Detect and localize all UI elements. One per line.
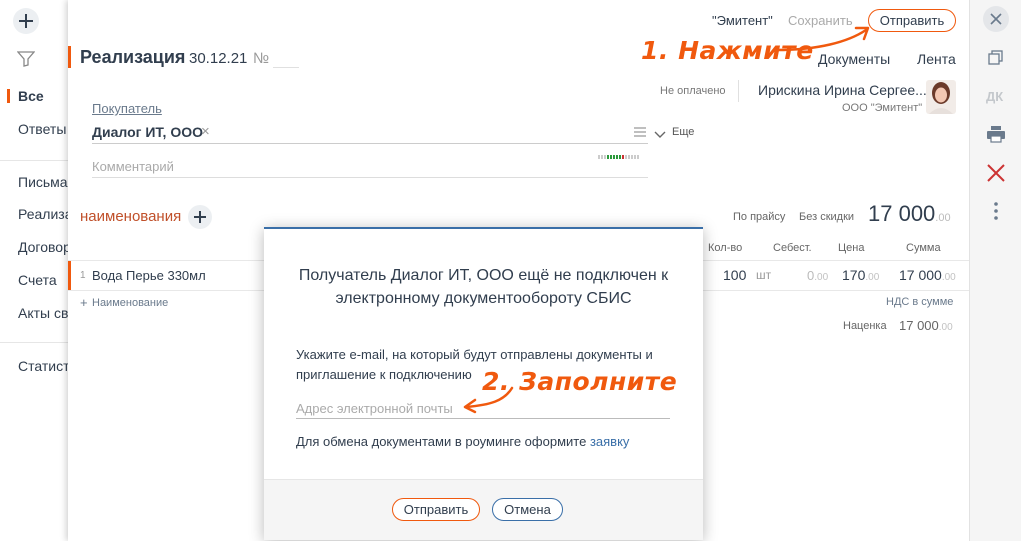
total-cents: .00 (935, 212, 951, 224)
divider (0, 342, 68, 343)
payment-status: Не оплачено (660, 85, 726, 97)
roaming-label: Для обмена документами в роуминге оформи… (296, 434, 587, 449)
user-name[interactable]: Ирискина Ирина Сергее... (758, 82, 927, 98)
row-sum: 17 000.00 (899, 267, 956, 283)
active-indicator (7, 89, 10, 103)
sidebar-item-statistics[interactable]: Статистика (18, 358, 68, 374)
tab-documents[interactable]: Документы (818, 51, 890, 67)
row-price-cents: .00 (865, 272, 880, 283)
markup-value: 17 000.00 (899, 318, 953, 333)
doc-date[interactable]: 30.12.21 (189, 50, 247, 67)
org-selector[interactable]: "Эмитент" (712, 13, 773, 28)
filter-icon[interactable] (16, 51, 36, 70)
price-mode[interactable]: По прайсу (733, 211, 785, 223)
dialog-cancel-button[interactable]: Отмена (492, 498, 563, 521)
annotation-arrow-2 (463, 386, 514, 414)
col-sum: Сумма (906, 242, 941, 254)
total-main: 17 000 (868, 201, 936, 226)
title-accent-bar (68, 46, 71, 68)
markup-label: Наценка (843, 320, 887, 332)
add-item-link[interactable]: Наименование (92, 297, 168, 309)
avatar[interactable] (926, 80, 956, 114)
comment-underline (92, 177, 648, 178)
row-name[interactable]: Вода Перье 330мл (92, 268, 206, 283)
row-index: 1 (80, 270, 86, 281)
copy-icon[interactable] (988, 50, 1004, 69)
comment-field[interactable]: Комментарий (92, 159, 174, 174)
delete-icon[interactable] (986, 163, 1006, 186)
row-cost-cents: .00 (814, 272, 829, 283)
sidebar-item-replies[interactable]: Ответы (18, 121, 66, 137)
divider (0, 160, 68, 161)
sidebar-item-contracts[interactable]: Договоры (18, 239, 68, 255)
col-price: Цена (838, 242, 865, 254)
col-cost: Себест. (773, 242, 812, 254)
vertical-divider (738, 80, 739, 102)
right-sidebar: ДК (969, 0, 1021, 541)
dialog-title: Получатель Диалог ИТ, ООО ещё не подключ… (298, 267, 669, 307)
more-link[interactable]: Еще (672, 126, 694, 138)
buyer-label[interactable]: Покупатель (92, 101, 162, 116)
sidebar-item-sales[interactable]: Реализация (18, 206, 68, 222)
sidebar-item-reconciliation[interactable]: Акты сверки (18, 305, 68, 321)
doc-title: Реализация (80, 47, 186, 67)
send-button[interactable]: Отправить (868, 9, 956, 32)
vat-label[interactable]: НДС в сумме (886, 296, 953, 308)
dk-button[interactable]: ДК (986, 89, 1003, 104)
add-icon[interactable] (13, 8, 39, 34)
dialog-footer: Отправить Отмена (264, 479, 703, 540)
menu-lines-icon[interactable] (634, 125, 646, 140)
col-qty: Кол-во (708, 242, 743, 254)
total-amount: 17 000.00 (868, 201, 951, 227)
left-sidebar: Все Ответы Письма Реализация Договоры Сч… (0, 0, 68, 541)
markup-main: 17 000 (899, 318, 939, 333)
roaming-request-link[interactable]: заявку (590, 434, 629, 449)
row-sum-main: 17 000 (899, 267, 942, 283)
user-org: ООО "Эмитент" (842, 102, 923, 114)
sidebar-item-letters[interactable]: Письма (18, 174, 68, 190)
row-unit: шт (756, 268, 772, 282)
row-accent-bar (68, 261, 71, 290)
row-price: 170.00 (842, 267, 879, 283)
items-section-label: наименования (80, 208, 182, 225)
row-sum-cents: .00 (941, 272, 956, 283)
reliability-indicator-icon (598, 148, 648, 163)
dialog-send-button[interactable]: Отправить (392, 498, 480, 521)
row-cost: 0.00 (807, 268, 828, 283)
tab-feed[interactable]: Лента (917, 51, 956, 67)
buyer-value[interactable]: Диалог ИТ, ООО (92, 124, 203, 140)
doc-number-label: № (253, 50, 270, 67)
print-icon[interactable] (986, 125, 1006, 146)
discount-mode[interactable]: Без скидки (799, 211, 854, 223)
sidebar-item-invoices[interactable]: Счета (18, 272, 57, 288)
sidebar-item-all[interactable]: Все (18, 88, 44, 104)
email-field[interactable]: Адрес электронной почты (296, 401, 453, 416)
clear-buyer-icon[interactable]: × (201, 123, 210, 140)
row-qty[interactable]: 100 (723, 267, 746, 283)
roaming-text: Для обмена документами в роуминге оформи… (296, 434, 629, 449)
email-underline (296, 418, 670, 419)
markup-cents: .00 (938, 322, 953, 333)
close-icon[interactable] (983, 6, 1009, 32)
chevron-down-icon[interactable] (654, 127, 666, 142)
buyer-underline (92, 143, 648, 144)
row-price-main: 170 (842, 267, 866, 283)
doc-number-input[interactable] (273, 67, 299, 68)
plus-icon[interactable]: + (80, 295, 88, 310)
more-vertical-icon[interactable] (994, 202, 998, 223)
add-item-icon[interactable] (188, 205, 212, 229)
